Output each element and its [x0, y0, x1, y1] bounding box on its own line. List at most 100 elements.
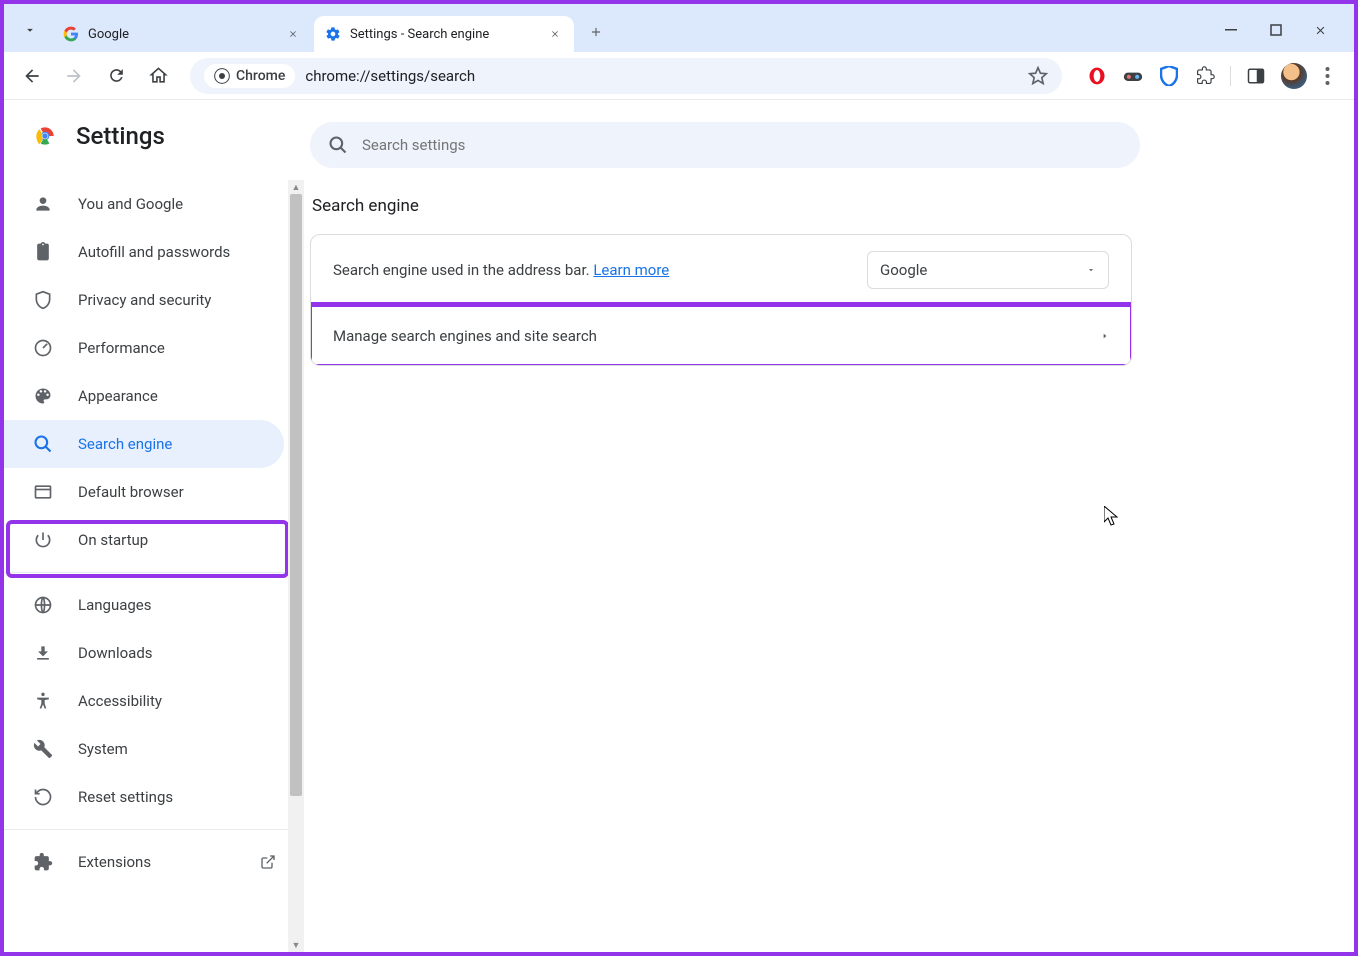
new-tab-button[interactable] [580, 16, 612, 48]
sidebar-item-performance[interactable]: Performance [4, 324, 288, 372]
extension-goggles-icon[interactable] [1122, 65, 1144, 87]
sidebar-item-reset[interactable]: Reset settings [4, 773, 288, 821]
profile-avatar[interactable] [1281, 63, 1307, 89]
maximize-button[interactable] [1266, 20, 1286, 40]
omnibox-chip-label: Chrome [236, 68, 285, 84]
settings-main: Search engine Search engine used in the … [304, 100, 1354, 952]
side-panel-icon[interactable] [1245, 65, 1267, 87]
forward-button [56, 58, 92, 94]
download-icon [32, 643, 54, 663]
sidebar-item-downloads[interactable]: Downloads [4, 629, 288, 677]
scroll-down-arrow-icon[interactable]: ▼ [288, 938, 304, 952]
sidebar-item-system[interactable]: System [4, 725, 288, 773]
window-controls [1222, 20, 1346, 52]
search-settings-input[interactable] [362, 136, 1122, 154]
learn-more-link[interactable]: Learn more [593, 261, 669, 279]
sidebar-label: Languages [78, 596, 152, 614]
scrollbar-thumb[interactable] [290, 194, 302, 796]
manage-search-engines-row[interactable]: Manage search engines and site search [311, 305, 1131, 365]
omnibox-url: chrome://settings/search [305, 67, 1028, 85]
person-icon [32, 194, 54, 214]
settings-gear-icon [324, 25, 342, 43]
settings-title: Settings [76, 122, 165, 150]
external-link-icon [260, 854, 276, 870]
sidebar-label: Reset settings [78, 788, 173, 806]
back-button[interactable] [14, 58, 50, 94]
dropdown-value: Google [880, 261, 927, 279]
sidebar-label: Autofill and passwords [78, 243, 230, 261]
tab-search-dropdown[interactable] [16, 16, 44, 44]
chevron-down-icon [1086, 265, 1096, 275]
sidebar-item-languages[interactable]: Languages [4, 581, 288, 629]
sidebar-item-extensions[interactable]: Extensions [4, 838, 288, 886]
tab-title: Settings - Search engine [350, 27, 546, 42]
wrench-icon [32, 739, 54, 759]
extension-icons [1076, 63, 1344, 89]
settings-sidebar: You and Google Autofill and passwords Pr… [4, 100, 304, 952]
sidebar-item-you-and-google[interactable]: You and Google [4, 180, 288, 228]
sidebar-item-privacy[interactable]: Privacy and security [4, 276, 288, 324]
browser-menu-button[interactable] [1321, 67, 1334, 85]
extension-opera-icon[interactable] [1086, 65, 1108, 87]
browser-window-icon [32, 482, 54, 502]
sidebar-divider [4, 572, 288, 573]
sidebar-label: Privacy and security [78, 291, 211, 309]
browser-toolbar: Chrome chrome://settings/search [4, 52, 1354, 100]
sidebar-label: Downloads [78, 644, 153, 662]
sidebar-label: Accessibility [78, 692, 162, 710]
tab-title: Google [88, 27, 284, 42]
sidebar-label: Performance [78, 339, 165, 357]
bookmark-star-icon[interactable] [1028, 66, 1048, 86]
sidebar-label: Search engine [78, 435, 172, 453]
browser-tab-settings[interactable]: Settings - Search engine [314, 16, 574, 52]
puzzle-icon [32, 852, 54, 872]
restore-icon [32, 787, 54, 807]
tab-close-button[interactable] [546, 25, 564, 43]
sidebar-label: System [78, 740, 128, 758]
clipboard-icon [32, 242, 54, 262]
shield-icon [32, 290, 54, 310]
sidebar-item-accessibility[interactable]: Accessibility [4, 677, 288, 725]
sidebar-item-default-browser[interactable]: Default browser [4, 468, 288, 516]
section-title: Search engine [312, 196, 1354, 216]
row-label: Manage search engines and site search [333, 327, 597, 345]
sidebar-label: You and Google [78, 195, 183, 213]
accessibility-icon [32, 691, 54, 711]
browser-tab-google[interactable]: Google [52, 16, 312, 52]
sidebar-scrollbar[interactable]: ▲ ▼ [288, 180, 304, 952]
browser-titlebar: Google Settings - Search engine [4, 4, 1354, 52]
chrome-logo-icon [32, 123, 58, 149]
power-icon [32, 530, 54, 550]
extension-shield-icon[interactable] [1158, 65, 1180, 87]
close-window-button[interactable] [1310, 20, 1330, 40]
toolbar-divider [1230, 66, 1231, 86]
search-engine-card: Search engine used in the address bar. L… [310, 234, 1132, 366]
scroll-up-arrow-icon[interactable]: ▲ [288, 180, 304, 194]
omnibox-chrome-chip: Chrome [204, 64, 295, 88]
row-description: Search engine used in the address bar. L… [333, 261, 669, 279]
search-settings-field[interactable] [310, 122, 1140, 168]
home-button[interactable] [140, 58, 176, 94]
search-engine-dropdown[interactable]: Google [867, 251, 1109, 289]
sidebar-item-search-engine[interactable]: Search engine [4, 420, 284, 468]
google-favicon-icon [62, 25, 80, 43]
reload-button[interactable] [98, 58, 134, 94]
chrome-chip-icon [214, 68, 230, 84]
globe-icon [32, 595, 54, 615]
sidebar-item-autofill[interactable]: Autofill and passwords [4, 228, 288, 276]
sidebar-item-appearance[interactable]: Appearance [4, 372, 288, 420]
minimize-button[interactable] [1222, 20, 1242, 40]
search-icon [328, 135, 348, 155]
tab-close-button[interactable] [284, 25, 302, 43]
address-bar[interactable]: Chrome chrome://settings/search [190, 58, 1062, 94]
sidebar-label: On startup [78, 531, 148, 549]
sidebar-divider [4, 829, 288, 830]
chevron-right-icon [1101, 330, 1109, 342]
sidebar-label: Default browser [78, 483, 184, 501]
sidebar-item-on-startup[interactable]: On startup [4, 516, 288, 564]
sidebar-label: Extensions [78, 853, 151, 871]
search-icon [32, 434, 54, 454]
extensions-puzzle-icon[interactable] [1194, 65, 1216, 87]
sidebar-label: Appearance [78, 387, 158, 405]
speedometer-icon [32, 338, 54, 358]
